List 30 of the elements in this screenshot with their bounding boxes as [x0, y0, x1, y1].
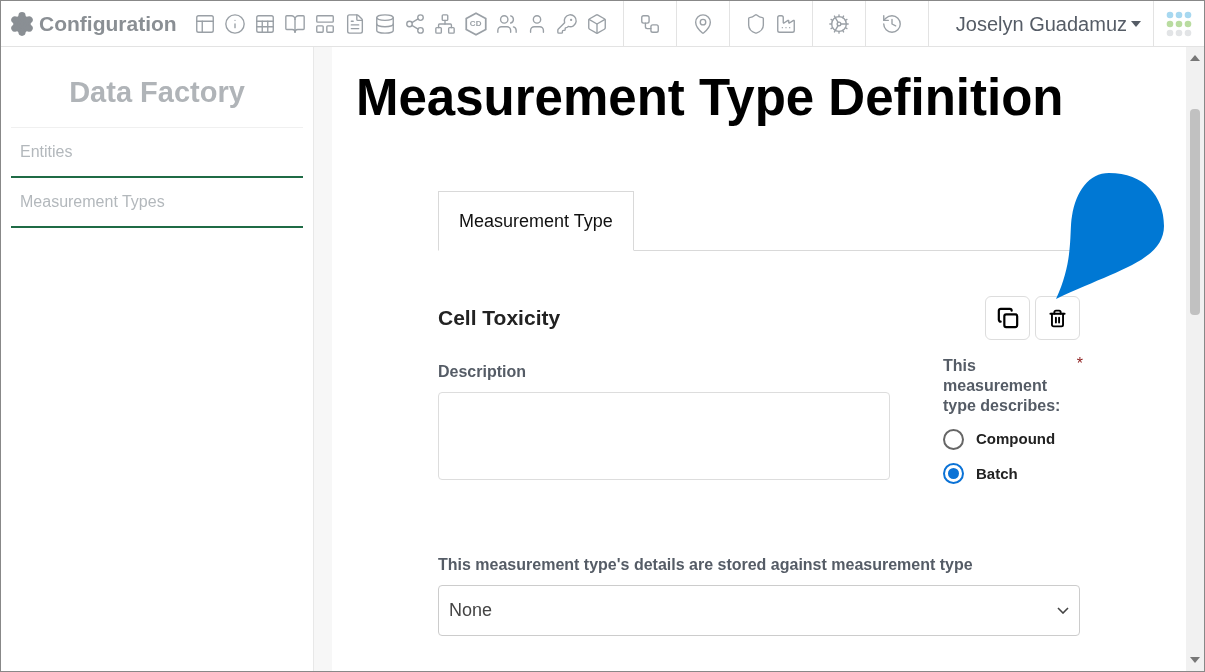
field-label: Description: [438, 362, 527, 382]
stored-against-dropdown[interactable]: None: [438, 585, 1080, 636]
required-mark: *: [1076, 354, 1083, 374]
field-label: This measurement type describes:: [943, 356, 1062, 416]
gear-icon: [9, 10, 35, 37]
scroll-up-icon: [1190, 55, 1200, 61]
copy-button[interactable]: [985, 296, 1030, 340]
field-label: This measurement type's details are stored against measurement type: [438, 555, 974, 575]
info-icon[interactable]: [222, 11, 247, 36]
chevron-down-icon: [1057, 607, 1069, 614]
radio-button[interactable]: [943, 428, 964, 450]
radio-option[interactable]: Batch: [943, 462, 1093, 485]
description-field[interactable]: [438, 392, 890, 480]
trash-icon: [1048, 308, 1067, 328]
sidebar-title: Data Factory: [11, 47, 303, 128]
caret-icon: [1131, 20, 1141, 27]
radio-button[interactable]: [943, 463, 964, 485]
app-title: Configuration: [39, 10, 177, 37]
scrollbar-thumb[interactable]: [1190, 109, 1200, 315]
radio-option[interactable]: Compound: [943, 428, 1093, 451]
gears-icon[interactable]: [826, 11, 851, 36]
user-menu[interactable]: Joselyn Guadamuz: [955, 8, 1153, 39]
record-name: Cell Toxicity: [438, 305, 561, 332]
copy-icon: [996, 307, 1019, 329]
key-icon[interactable]: [554, 11, 579, 36]
network-icon[interactable]: [432, 11, 457, 36]
scrollbar[interactable]: [1186, 47, 1204, 671]
delete-button[interactable]: [1035, 296, 1080, 340]
scroll-down-icon: [1190, 657, 1200, 663]
tab[interactable]: Measurement Type: [438, 191, 634, 251]
